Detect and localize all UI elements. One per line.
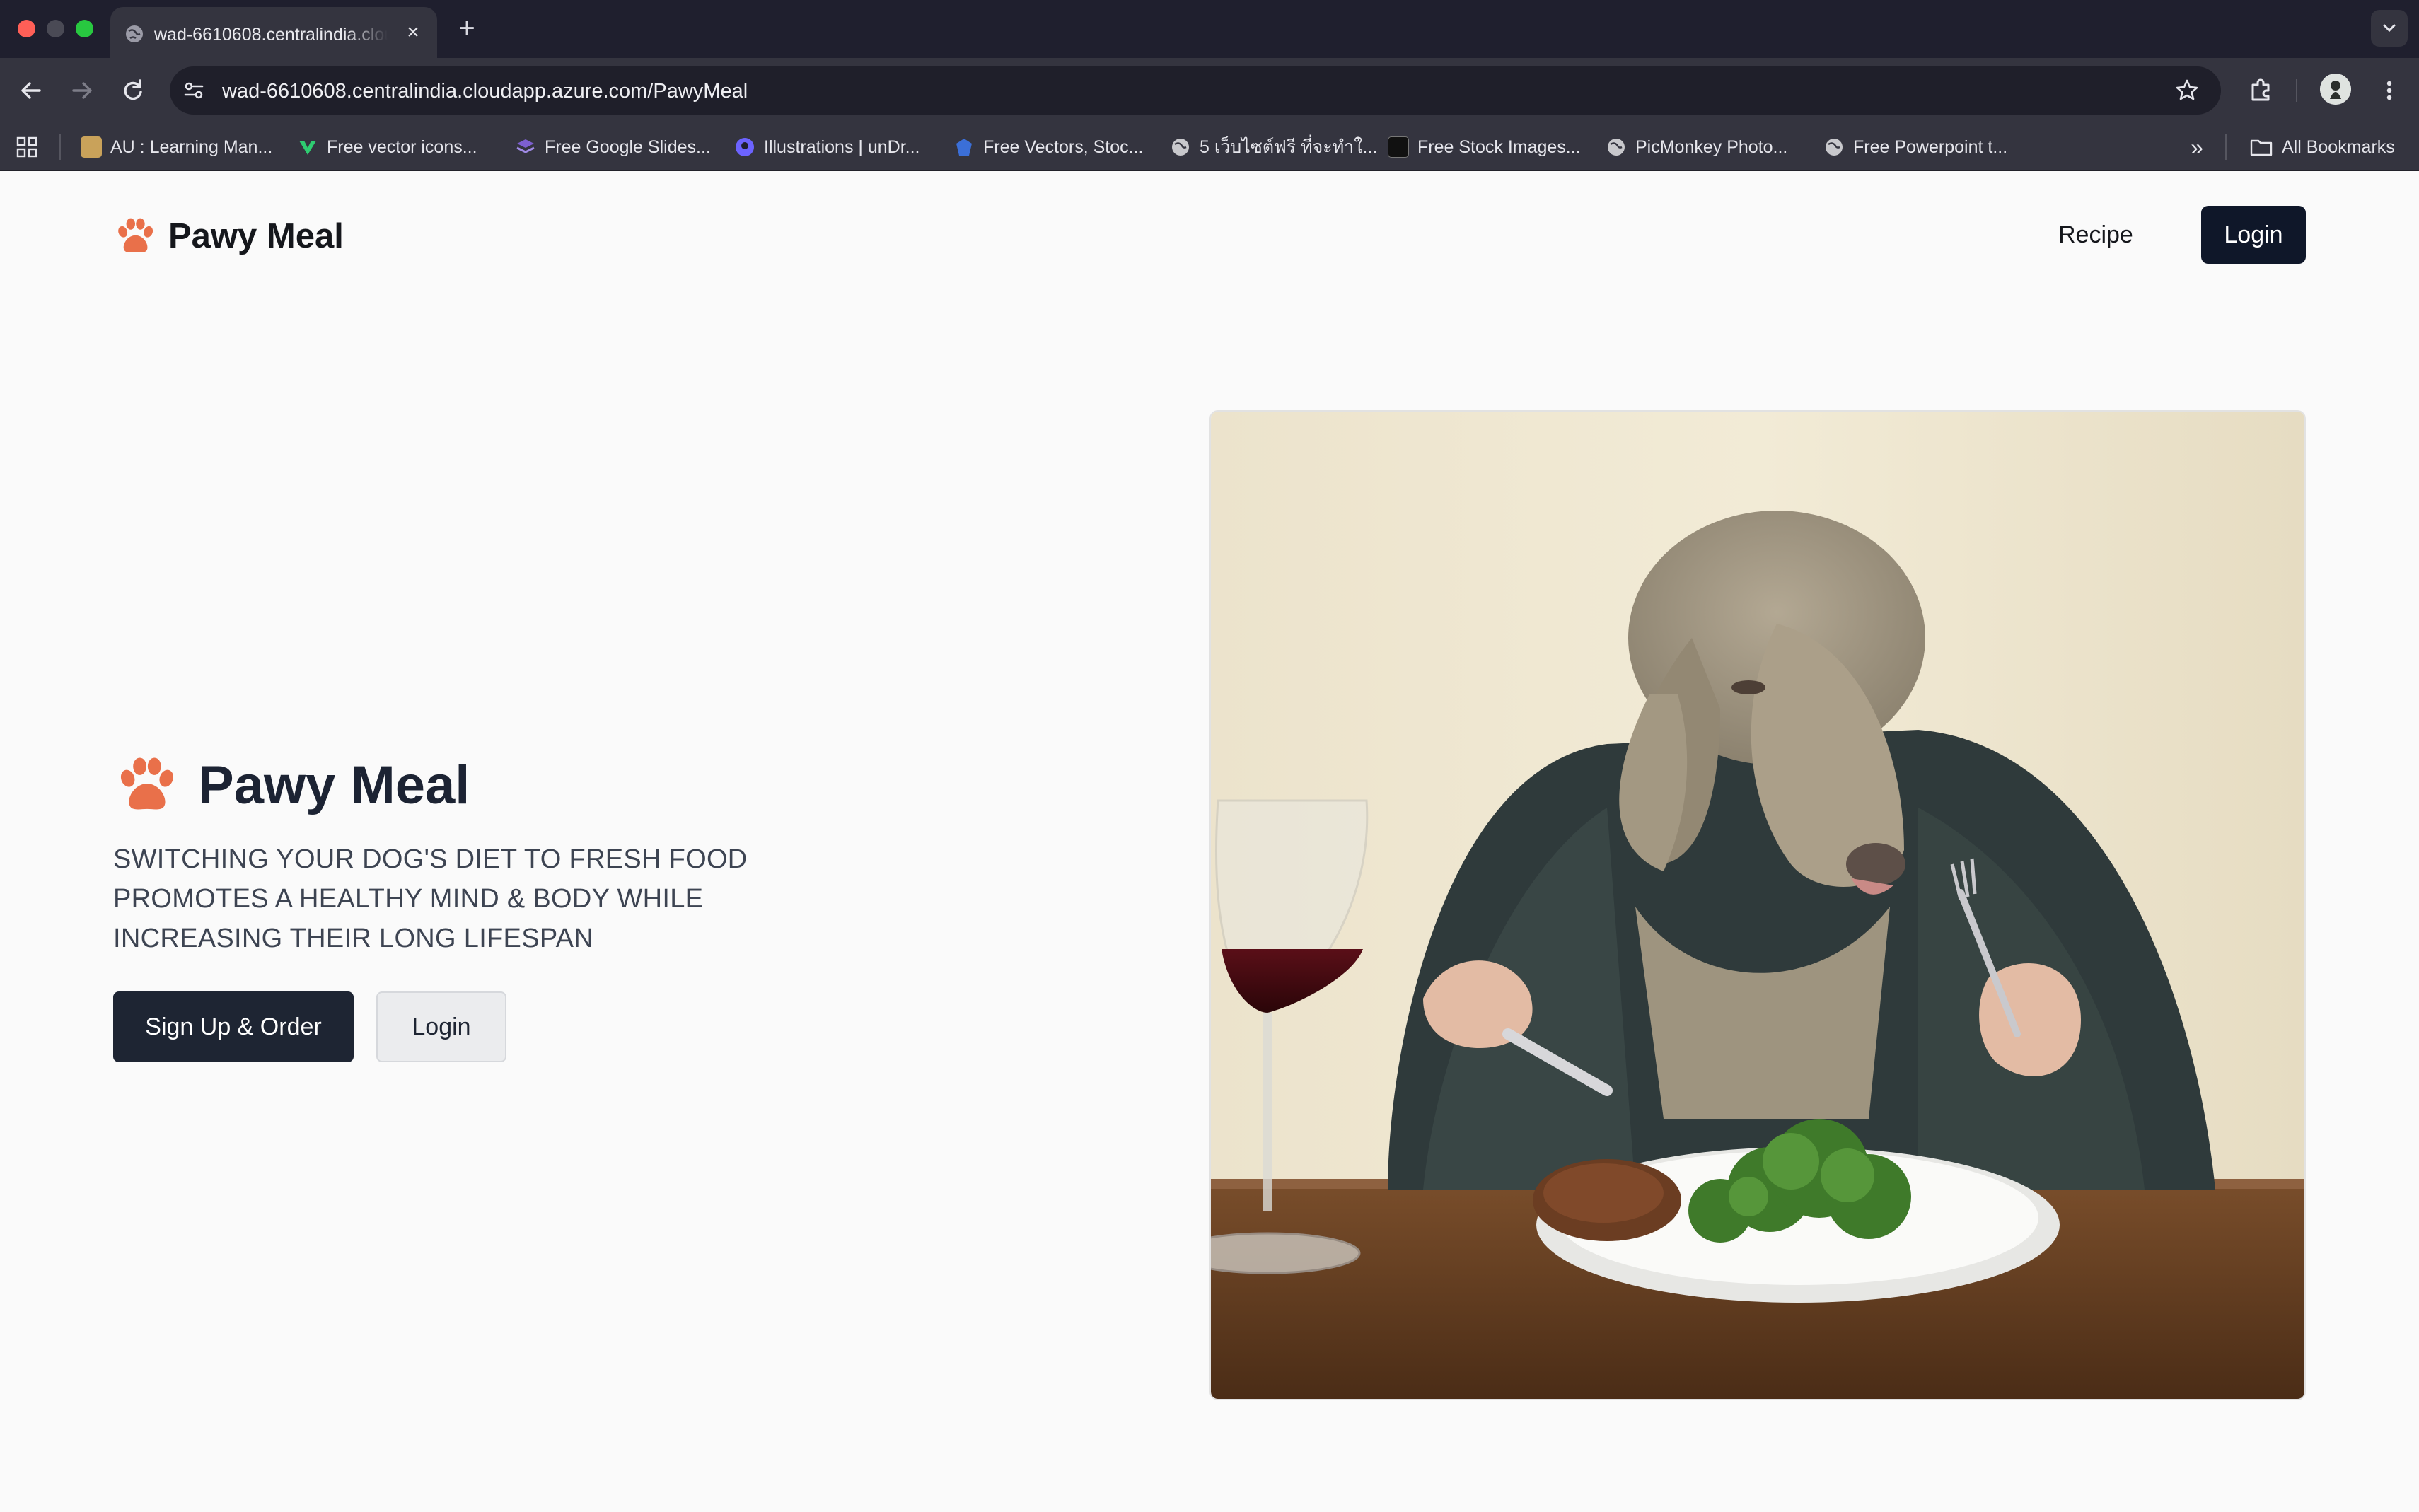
globe-icon: [1172, 139, 1189, 156]
hero-dog-dining-image: [1210, 410, 2306, 1400]
reload-icon[interactable]: [115, 72, 151, 109]
bookmark-star-icon[interactable]: [2174, 78, 2200, 103]
back-arrow-icon[interactable]: [13, 72, 50, 109]
browser-tab-strip: wad-6610608.centralindia.cloudapp.azure.…: [0, 0, 2419, 58]
nav-login-button[interactable]: Login: [2201, 206, 2306, 264]
globe-icon: [1608, 139, 1625, 156]
bookmark-favicon-icon: [1388, 136, 1409, 158]
nav-link-recipe[interactable]: Recipe: [2058, 221, 2133, 249]
browser-toolbar: wad-6610608.centralindia.cloudapp.azure.…: [0, 58, 2419, 123]
bookmark-item[interactable]: AU : Learning Man...: [81, 133, 272, 161]
more-options-icon[interactable]: [2375, 72, 2403, 109]
signup-order-button[interactable]: Sign Up & Order: [113, 991, 354, 1062]
folder-icon: [2250, 139, 2273, 156]
tab-search-button[interactable]: [2371, 10, 2408, 47]
hero-login-button[interactable]: Login: [376, 991, 506, 1062]
bookmark-favicon-icon: [81, 136, 102, 158]
minimize-window-button[interactable]: [47, 20, 64, 37]
bookmark-favicon-icon: [956, 139, 972, 156]
close-window-button[interactable]: [18, 20, 35, 37]
bookmark-favicon-icon: [736, 138, 754, 156]
bookmark-label: 5 เว็บไซต์ฟรี ที่จะทำใ...: [1200, 137, 1378, 157]
extensions-puzzle-icon[interactable]: [2242, 72, 2279, 109]
toolbar-divider: [2296, 79, 2297, 102]
hero-description: SWITCHING YOUR DOG'S DIET TO FRESH FOOD …: [113, 844, 748, 953]
avatar-icon: [2320, 74, 2351, 105]
more-bookmarks-button[interactable]: »: [2183, 133, 2211, 161]
bookmark-label: Free Google Slides...: [545, 136, 711, 157]
address-bar[interactable]: wad-6610608.centralindia.cloudapp.azure.…: [170, 66, 2221, 115]
hero-heading: Pawy Meal: [113, 752, 470, 818]
page-content: Pawy Meal Recipe Login Pawy Meal SWITCHI…: [0, 172, 2419, 1512]
bookmark-item[interactable]: PicMonkey Photo...: [1606, 133, 1787, 161]
globe-icon: [126, 25, 143, 42]
bookmark-item[interactable]: Free Stock Images...: [1388, 133, 1581, 161]
url-text[interactable]: wad-6610608.centralindia.cloudapp.azure.…: [222, 80, 748, 103]
bookmark-label: Free Stock Images...: [1417, 136, 1581, 157]
apps-grid-icon[interactable]: [16, 136, 38, 158]
bookmark-item[interactable]: Free vector icons...: [297, 133, 477, 161]
bookmark-label: Free Vectors, Stoc...: [983, 136, 1144, 157]
brand-name: Pawy Meal: [168, 217, 344, 255]
bookmark-item[interactable]: Free Google Slides...: [515, 133, 711, 161]
forward-arrow-icon[interactable]: [64, 72, 100, 109]
brand-logo[interactable]: Pawy Meal: [113, 214, 344, 258]
bookmark-label: AU : Learning Man...: [110, 136, 273, 157]
paw-icon: [120, 757, 173, 810]
browser-tab-active[interactable]: wad-6610608.centralindia.cloudapp.azure.…: [110, 7, 437, 58]
profile-avatar[interactable]: [2320, 74, 2351, 105]
bookmarks-bar: AU : Learning Man... Free vector icons..…: [0, 123, 2419, 171]
bookmarks-divider: [2225, 134, 2227, 160]
site-settings-icon[interactable]: [181, 78, 207, 103]
hero-title: Pawy Meal: [198, 755, 470, 815]
tab-close-icon[interactable]: ×: [402, 21, 424, 44]
maximize-window-button[interactable]: [76, 20, 93, 37]
bookmark-item[interactable]: Free Vectors, Stoc...: [953, 133, 1143, 161]
bookmark-label: Free Powerpoint t...: [1853, 136, 2008, 157]
paw-icon: [118, 218, 153, 252]
globe-icon: [1826, 139, 1843, 156]
bookmark-label: Free vector icons...: [327, 136, 477, 157]
new-tab-button[interactable]: +: [453, 13, 481, 44]
bookmark-item[interactable]: 5 เว็บไซต์ฟรี ที่จะทำใ...: [1170, 133, 1377, 161]
bookmark-favicon-icon: [299, 141, 316, 155]
bookmark-item[interactable]: Free Powerpoint t...: [1823, 133, 2007, 161]
all-bookmarks-label: All Bookmarks: [2282, 136, 2395, 157]
bookmarks-divider: [59, 134, 61, 160]
bookmark-label: PicMonkey Photo...: [1635, 136, 1788, 157]
bookmark-label: Illustrations | unDr...: [764, 136, 920, 157]
all-bookmarks-button[interactable]: All Bookmarks: [2249, 133, 2395, 161]
chevron-down-icon: [2383, 24, 2396, 33]
dog-eating-illustration: [1211, 412, 2304, 1399]
bookmark-favicon-icon: [516, 139, 535, 153]
bookmark-item[interactable]: Illustrations | unDr...: [734, 133, 920, 161]
tab-title: wad-6610608.centralindia.cloudapp.azure.…: [154, 25, 388, 45]
